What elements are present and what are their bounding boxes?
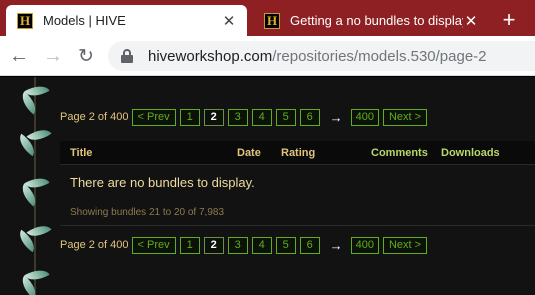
page-link-2-current[interactable]: 2 — [203, 236, 224, 254]
table-header: Title Date Rating Comments Downloads — [60, 141, 535, 165]
next-page-button[interactable]: Next > — [382, 108, 428, 126]
hive-favicon-icon: H — [17, 12, 33, 29]
page-link-1[interactable]: 1 — [179, 236, 200, 254]
column-comments[interactable]: Comments — [371, 147, 428, 159]
page-link-last[interactable]: 400 — [350, 108, 379, 126]
address-bar[interactable]: hiveworkshop.com/repositories/models.530… — [108, 41, 535, 71]
next-page-button[interactable]: Next > — [382, 236, 428, 254]
back-arrow-icon[interactable]: ← — [6, 43, 32, 69]
browser-toolbar: ← → ↻ hiveworkshop.com/repositories/mode… — [0, 36, 535, 76]
url-text[interactable]: hiveworkshop.com/repositories/models.530… — [148, 48, 487, 65]
close-tab-icon[interactable]: ✕ — [463, 13, 479, 30]
page-jump-arrow: → — [329, 109, 343, 125]
url-path: /repositories/models.530/page-2 — [272, 47, 487, 65]
column-date[interactable]: Date — [237, 147, 261, 159]
page-link-3[interactable]: 3 — [227, 108, 248, 126]
forward-arrow-icon[interactable]: → — [40, 43, 66, 69]
page-link-5[interactable]: 5 — [275, 108, 296, 126]
page-body: Page 2 of 400 < Prev 1 2 3 4 5 6 → 400 N… — [0, 77, 535, 295]
tab-title: Getting a no bundles to display. — [290, 13, 463, 28]
column-title[interactable]: Title — [70, 147, 92, 159]
reload-icon[interactable]: ↻ — [73, 43, 99, 69]
column-downloads[interactable]: Downloads — [441, 147, 500, 159]
prev-page-button[interactable]: < Prev — [131, 108, 176, 126]
decorative-vine-border — [14, 77, 56, 295]
page-indicator: Page 2 of 400 — [60, 239, 129, 251]
page-indicator: Page 2 of 400 — [60, 111, 129, 123]
pagination-top: Page 2 of 400 < Prev 1 2 3 4 5 6 → 400 N… — [60, 108, 431, 126]
column-rating[interactable]: Rating — [281, 147, 315, 159]
url-host: hiveworkshop.com — [148, 47, 273, 65]
page-link-4[interactable]: 4 — [251, 236, 272, 254]
tab-models-hive[interactable]: H Models | HIVE ✕ — [6, 5, 247, 36]
page-link-1[interactable]: 1 — [179, 108, 200, 126]
tab-getting-no-bundles[interactable]: H Getting a no bundles to display. ✕ — [253, 5, 489, 36]
page-link-6[interactable]: 6 — [299, 236, 320, 254]
page-link-last[interactable]: 400 — [350, 236, 379, 254]
page-link-6[interactable]: 6 — [299, 108, 320, 126]
page-link-2-current[interactable]: 2 — [203, 108, 224, 126]
lock-icon[interactable] — [120, 49, 134, 63]
results-count: Showing bundles 21 to 20 of 7,983 — [70, 207, 225, 218]
hive-favicon-icon: H — [264, 12, 280, 29]
close-tab-icon[interactable]: ✕ — [221, 13, 237, 30]
page-jump-arrow: → — [329, 237, 343, 253]
page-link-5[interactable]: 5 — [275, 236, 296, 254]
tab-title: Models | HIVE — [43, 13, 126, 28]
page-link-4[interactable]: 4 — [251, 108, 272, 126]
divider — [60, 225, 535, 226]
repository-content: Page 2 of 400 < Prev 1 2 3 4 5 6 → 400 N… — [60, 77, 535, 295]
empty-state-message: There are no bundles to display. — [70, 175, 255, 190]
page-link-3[interactable]: 3 — [227, 236, 248, 254]
prev-page-button[interactable]: < Prev — [131, 236, 176, 254]
tab-strip: H Models | HIVE ✕ H Getting a no bundles… — [0, 0, 535, 36]
new-tab-button[interactable]: + — [497, 9, 521, 33]
pagination-bottom: Page 2 of 400 < Prev 1 2 3 4 5 6 → 400 N… — [60, 236, 431, 254]
